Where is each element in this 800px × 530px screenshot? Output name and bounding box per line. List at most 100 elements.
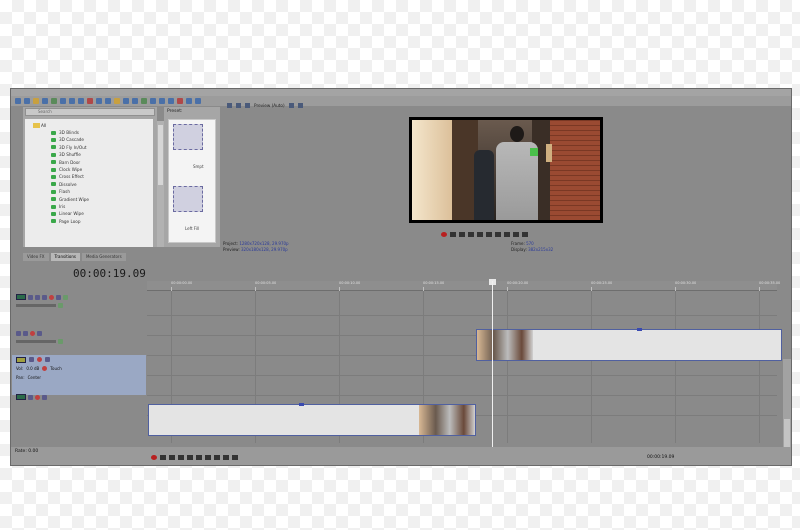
playback-rate[interactable]: Rate: 0.00 <box>15 449 38 454</box>
transition-item[interactable]: 3D Cascade <box>25 136 153 143</box>
properties-icon[interactable] <box>51 98 57 104</box>
play-icon[interactable] <box>468 232 474 237</box>
track-header-1[interactable] <box>12 293 146 309</box>
clip-marker[interactable] <box>299 403 304 406</box>
track-fx-icon[interactable] <box>28 294 33 300</box>
transition-item[interactable]: Linear Wipe <box>25 210 153 217</box>
track-composite-icon[interactable] <box>42 294 47 300</box>
timeline-ruler[interactable]: 00:00:00.00 00:00:05.00 00:00:10.00 00:00:1… <box>147 281 780 291</box>
track-level-slider[interactable] <box>16 339 56 343</box>
mute-icon[interactable] <box>49 294 54 300</box>
cut-icon[interactable] <box>60 98 66 104</box>
pan-value[interactable]: Center <box>28 375 41 380</box>
composite-mode-icon[interactable] <box>58 338 63 344</box>
track-fx-icon[interactable] <box>29 357 34 362</box>
save-snapshot-icon[interactable] <box>297 103 303 108</box>
tab-transitions[interactable]: Transitions <box>50 253 80 261</box>
video-output-fx-icon[interactable] <box>227 103 232 108</box>
solo-icon[interactable] <box>37 330 42 336</box>
transition-item[interactable]: 3D Blinds <box>25 129 153 136</box>
track-fx-icon[interactable] <box>28 394 33 400</box>
audio-track-header[interactable]: Vol: 0.0 dB Touch Pan: Center <box>12 355 146 395</box>
play-from-start-icon[interactable] <box>169 455 175 460</box>
video-clip-2[interactable] <box>148 403 476 436</box>
explorer-scroll-thumb[interactable] <box>158 125 163 185</box>
go-to-end-icon[interactable] <box>214 455 220 460</box>
overlays-icon[interactable] <box>245 103 250 108</box>
record-icon[interactable] <box>151 455 157 460</box>
delete-icon[interactable] <box>87 98 93 104</box>
loop-icon[interactable] <box>160 455 166 460</box>
copy-snapshot-icon[interactable] <box>288 103 294 108</box>
go-to-start-icon[interactable] <box>495 232 501 237</box>
new-icon[interactable] <box>15 98 21 104</box>
automation-mode[interactable]: Touch <box>50 366 61 371</box>
transition-item[interactable]: 3D Shuffle <box>25 151 153 158</box>
envelope-tool-icon[interactable] <box>159 98 165 104</box>
transition-item[interactable]: Clock Wipe <box>25 166 153 173</box>
solo-icon[interactable] <box>45 357 50 362</box>
preset-thumb-2[interactable] <box>173 186 203 212</box>
mute-icon[interactable] <box>30 330 35 336</box>
tab-media-generators[interactable]: Media Generators <box>81 253 126 261</box>
tab-video-fx[interactable]: Video FX <box>23 253 49 261</box>
selection-tool-icon[interactable] <box>168 98 174 104</box>
split-screen-icon[interactable] <box>236 103 241 108</box>
ignore-grouping-icon[interactable] <box>141 98 147 104</box>
preview-quality-select[interactable]: Preview (Auto) <box>254 103 285 108</box>
solo-icon[interactable] <box>42 394 47 400</box>
normal-edit-tool-icon[interactable] <box>150 98 156 104</box>
prev-frame-icon[interactable] <box>223 455 229 460</box>
mute-icon[interactable] <box>37 357 42 362</box>
next-frame-icon[interactable] <box>522 232 528 237</box>
track-motion-icon[interactable] <box>23 330 28 336</box>
undo-icon[interactable] <box>96 98 102 104</box>
paste-icon[interactable] <box>78 98 84 104</box>
video-clip-1[interactable] <box>476 328 782 361</box>
transition-item[interactable]: Flash <box>25 188 153 195</box>
preset-thumb-1[interactable] <box>173 124 203 150</box>
go-to-start-icon[interactable] <box>205 455 211 460</box>
explorer-scrollbar[interactable] <box>157 121 164 247</box>
mute-icon[interactable] <box>35 394 40 400</box>
transition-item[interactable]: Page Loop <box>25 218 153 225</box>
record-icon[interactable] <box>441 232 447 237</box>
track-header-3[interactable] <box>12 393 146 401</box>
stop-icon[interactable] <box>486 232 492 237</box>
copy-icon[interactable] <box>69 98 75 104</box>
clip-marker[interactable] <box>637 328 642 331</box>
composite-mode-icon[interactable] <box>58 302 63 308</box>
open-icon[interactable] <box>24 98 30 104</box>
transition-item[interactable]: Gradient Wipe <box>25 196 153 203</box>
track-motion-icon[interactable] <box>35 294 40 300</box>
loop-icon[interactable] <box>450 232 456 237</box>
track-fx-icon[interactable] <box>16 330 21 336</box>
auto-ripple-icon[interactable] <box>123 98 129 104</box>
transition-item[interactable]: Barn Door <box>25 159 153 166</box>
search-input[interactable]: Search <box>25 108 155 116</box>
render-icon[interactable] <box>42 98 48 104</box>
playhead[interactable] <box>492 281 493 451</box>
help-icon[interactable] <box>186 98 192 104</box>
arm-record-icon[interactable] <box>42 366 48 371</box>
next-frame-icon[interactable] <box>232 455 238 460</box>
stop-icon[interactable] <box>196 455 202 460</box>
transition-item[interactable]: Dissolve <box>25 181 153 188</box>
play-icon[interactable] <box>178 455 184 460</box>
prev-frame-icon[interactable] <box>513 232 519 237</box>
tree-root-all[interactable]: All <box>25 122 153 129</box>
snap-icon[interactable] <box>114 98 120 104</box>
go-to-end-icon[interactable] <box>504 232 510 237</box>
zoom-tool-icon[interactable] <box>177 98 183 104</box>
save-icon[interactable] <box>33 98 39 104</box>
transition-item[interactable]: Iris <box>25 203 153 210</box>
transition-item[interactable]: 3D Fly In/Out <box>25 144 153 151</box>
pause-icon[interactable] <box>187 455 193 460</box>
lock-envelopes-icon[interactable] <box>132 98 138 104</box>
pause-icon[interactable] <box>477 232 483 237</box>
transition-item[interactable]: Cross Effect <box>25 173 153 180</box>
track-level-slider[interactable] <box>16 303 56 307</box>
play-from-start-icon[interactable] <box>459 232 465 237</box>
redo-icon[interactable] <box>105 98 111 104</box>
whats-this-icon[interactable] <box>195 98 201 104</box>
